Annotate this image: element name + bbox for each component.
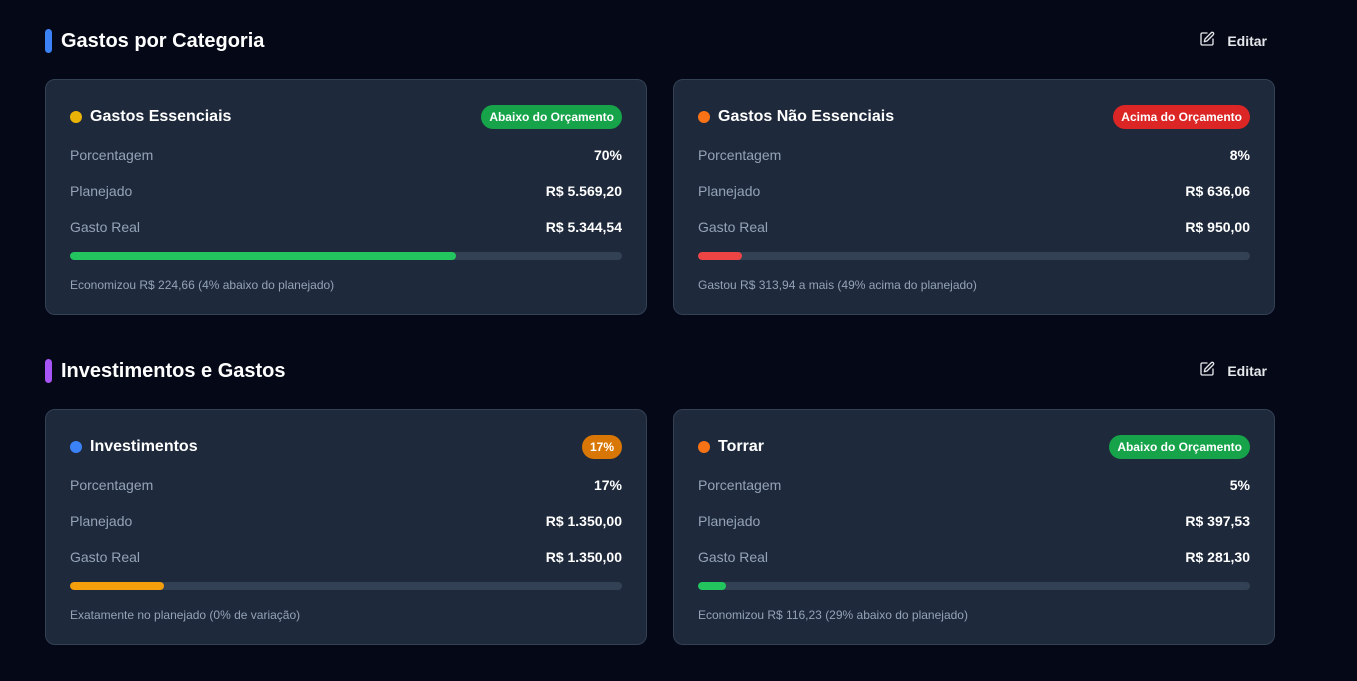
category-dot-icon bbox=[698, 441, 710, 453]
category-card-gastos-nao-essenciais: Gastos Não Essenciais Acima do Orçamento… bbox=[673, 79, 1275, 315]
category-card-torrar: Torrar Abaixo do Orçamento Porcentagem 5… bbox=[673, 409, 1275, 645]
section-title: Investimentos e Gastos bbox=[61, 360, 286, 382]
category-dot-icon bbox=[70, 441, 82, 453]
row-label: Planejado bbox=[698, 183, 761, 199]
card-title: Torrar bbox=[718, 438, 764, 455]
progress-bar bbox=[698, 582, 1250, 590]
section-investimentos-e-gastos: Investimentos e Gastos Editar Investimen… bbox=[45, 357, 1277, 645]
row-value: R$ 281,30 bbox=[1185, 549, 1250, 565]
row-value: R$ 397,53 bbox=[1185, 513, 1250, 529]
edit-icon bbox=[1199, 31, 1215, 52]
row-planejado: Planejado R$ 5.569,20 bbox=[70, 181, 622, 201]
row-value: R$ 950,00 bbox=[1185, 219, 1250, 235]
variance-note: Exatamente no planejado (0% de variação) bbox=[70, 608, 301, 622]
row-porcentagem: Porcentagem 17% bbox=[70, 475, 622, 495]
row-gasto-real: Gasto Real R$ 5.344,54 bbox=[70, 217, 622, 237]
progress-fill bbox=[70, 582, 164, 590]
progress-fill bbox=[698, 252, 743, 260]
category-card-investimentos: Investimentos 17% Porcentagem 17% Planej… bbox=[45, 409, 647, 645]
row-value: R$ 5.344,54 bbox=[545, 219, 622, 235]
section-gastos-por-categoria: Gastos por Categoria Editar Gastos Essen… bbox=[45, 27, 1277, 315]
section-title: Gastos por Categoria bbox=[61, 30, 265, 52]
progress-bar bbox=[698, 252, 1250, 260]
status-badge: 17% bbox=[581, 435, 622, 459]
status-badge: Abaixo do Orçamento bbox=[1109, 435, 1250, 459]
card-header: Gastos Essenciais Abaixo do Orçamento bbox=[70, 104, 622, 130]
card-title: Investimentos bbox=[90, 438, 198, 455]
row-label: Gasto Real bbox=[698, 219, 769, 235]
row-porcentagem: Porcentagem 5% bbox=[698, 475, 1250, 495]
row-label: Porcentagem bbox=[698, 147, 782, 163]
row-label: Porcentagem bbox=[70, 477, 154, 493]
edit-button[interactable]: Editar bbox=[1199, 360, 1267, 382]
category-card-gastos-essenciais: Gastos Essenciais Abaixo do Orçamento Po… bbox=[45, 79, 647, 315]
status-badge: Acima do Orçamento bbox=[1113, 105, 1250, 129]
row-gasto-real: Gasto Real R$ 1.350,00 bbox=[70, 547, 622, 567]
progress-fill bbox=[698, 582, 726, 590]
row-value: R$ 1.350,00 bbox=[545, 513, 622, 529]
row-value: R$ 1.350,00 bbox=[545, 549, 622, 565]
card-header: Gastos Não Essenciais Acima do Orçamento bbox=[698, 104, 1250, 130]
edit-icon bbox=[1199, 361, 1215, 382]
category-dot-icon bbox=[698, 111, 710, 123]
row-value: R$ 5.569,20 bbox=[545, 183, 622, 199]
row-porcentagem: Porcentagem 70% bbox=[70, 145, 622, 165]
card-title: Gastos Não Essenciais bbox=[718, 108, 895, 125]
row-label: Planejado bbox=[70, 183, 133, 199]
row-label: Porcentagem bbox=[698, 477, 782, 493]
row-value: 17% bbox=[593, 477, 622, 493]
row-planejado: Planejado R$ 636,06 bbox=[698, 181, 1250, 201]
row-value: 8% bbox=[1229, 147, 1250, 163]
row-label: Gasto Real bbox=[70, 219, 141, 235]
variance-note: Economizou R$ 116,23 (29% abaixo do plan… bbox=[698, 608, 968, 622]
card-header: Investimentos 17% bbox=[70, 434, 622, 460]
cards-grid: Gastos Essenciais Abaixo do Orçamento Po… bbox=[45, 79, 1277, 317]
card-title: Gastos Essenciais bbox=[90, 108, 232, 125]
section-header: Gastos por Categoria Editar bbox=[45, 27, 1277, 57]
section-accent-bar bbox=[45, 359, 52, 383]
cards-grid: Investimentos 17% Porcentagem 17% Planej… bbox=[45, 409, 1277, 647]
row-label: Gasto Real bbox=[698, 549, 769, 565]
row-planejado: Planejado R$ 397,53 bbox=[698, 511, 1250, 531]
variance-note: Gastou R$ 313,94 a mais (49% acima do pl… bbox=[698, 278, 977, 292]
row-planejado: Planejado R$ 1.350,00 bbox=[70, 511, 622, 531]
status-badge: Abaixo do Orçamento bbox=[481, 105, 622, 129]
section-header: Investimentos e Gastos Editar bbox=[45, 357, 1277, 387]
edit-label: Editar bbox=[1227, 363, 1267, 379]
progress-fill bbox=[70, 252, 457, 260]
row-value: 70% bbox=[593, 147, 622, 163]
section-accent-bar bbox=[45, 29, 52, 53]
progress-bar bbox=[70, 582, 622, 590]
variance-note: Economizou R$ 224,66 (4% abaixo do plane… bbox=[70, 278, 335, 292]
row-label: Porcentagem bbox=[70, 147, 154, 163]
edit-button[interactable]: Editar bbox=[1199, 30, 1267, 52]
row-gasto-real: Gasto Real R$ 950,00 bbox=[698, 217, 1250, 237]
progress-bar bbox=[70, 252, 622, 260]
row-value: 5% bbox=[1229, 477, 1250, 493]
category-dot-icon bbox=[70, 111, 82, 123]
row-gasto-real: Gasto Real R$ 281,30 bbox=[698, 547, 1250, 567]
row-label: Planejado bbox=[698, 513, 761, 529]
row-label: Planejado bbox=[70, 513, 133, 529]
row-label: Gasto Real bbox=[70, 549, 141, 565]
edit-label: Editar bbox=[1227, 33, 1267, 49]
card-header: Torrar Abaixo do Orçamento bbox=[698, 434, 1250, 460]
row-value: R$ 636,06 bbox=[1185, 183, 1250, 199]
row-porcentagem: Porcentagem 8% bbox=[698, 145, 1250, 165]
